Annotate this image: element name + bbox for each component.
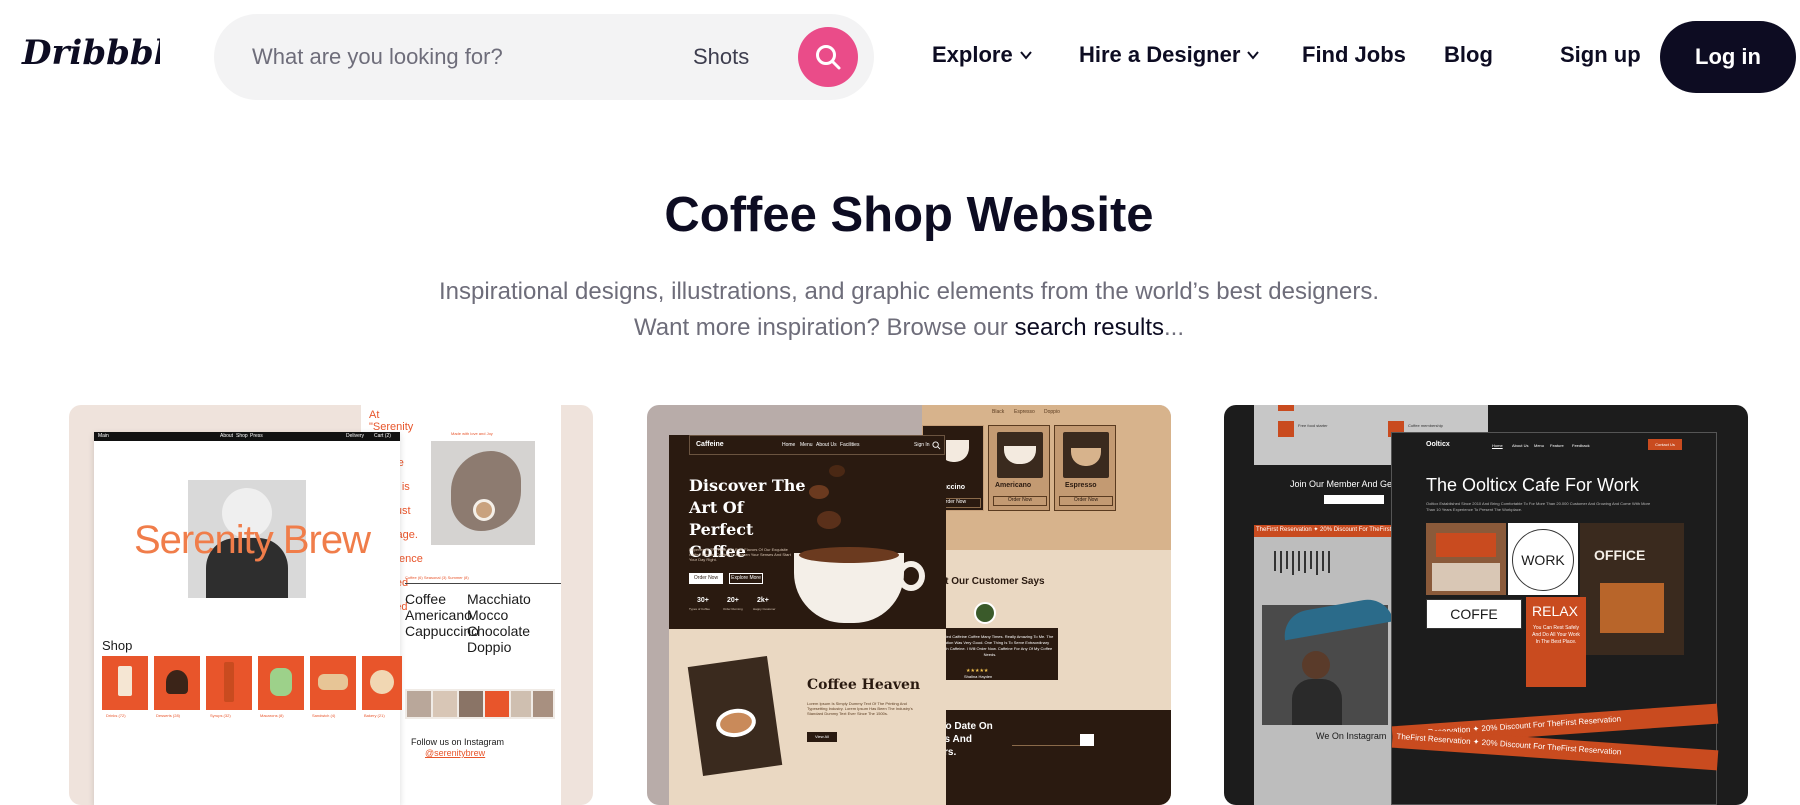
instagram-grid [405,689,555,719]
search-button[interactable] [798,27,858,87]
page-subtitle: Inspirational designs, illustrations, an… [0,274,1800,346]
cafe-person-image [1262,595,1394,725]
search-results-link[interactable]: search results [1015,314,1164,341]
nav-hire-designer[interactable]: Hire a Designer [1079,42,1260,68]
nav-blog-label: Blog [1444,42,1493,67]
search-type-selector[interactable]: Shots [693,44,749,70]
search-input[interactable] [252,38,652,76]
nav-find-jobs[interactable]: Find Jobs [1302,42,1406,68]
shop-categories [102,656,402,712]
dribbble-wordmark-icon: Dribbble [21,33,160,73]
menu-col-1: Coffee Americano Cappuccino [405,591,479,639]
newsletter-section: Up To Date On News And Offers. [922,710,1171,805]
latte-hand-image [431,441,535,545]
svg-text:Dribbble: Dribbble [21,33,160,73]
shot-front-page: Oolticx Home About Us Menu Feature Feedb… [1391,432,1719,805]
serenity-brew-title: Serenity Brew [134,518,371,562]
shot-back-page: Black Espresso Doppio Cappuccino Order N… [922,405,1171,805]
nav-explore[interactable]: Explore [932,42,1033,68]
chevron-down-icon [1019,51,1032,60]
tile-grid: WORK OFFICE COFFE RELAX You Can Rest Saf… [1426,523,1684,703]
shot-front-page: Main About Shop Press Delivery Cart (2) … [94,432,402,805]
coffee-heaven-section: Coffee Heaven Lorem Ipsum Is Simply Dumm… [669,629,946,805]
top-header: Dribbble Shots Explore Hire a Designer F… [0,0,1800,116]
oolticx-headline: The Oolticx Cafe For Work [1426,475,1639,495]
search-bar: Shots [214,14,874,100]
site-nav: Caffeine Home Menu About Us Facilities S… [689,435,945,455]
dribbble-logo[interactable]: Dribbble [20,30,160,80]
search-icon [816,45,841,70]
site-nav: Main About Shop Press Delivery Cart (2) [94,432,400,441]
shot-front-page: Caffeine Home Menu About Us Facilities S… [669,435,946,805]
shop-label: Shop [102,638,133,653]
instagram-label: Follow us on Instagram [411,737,505,747]
nav-blog[interactable]: Blog [1444,42,1493,68]
instagram-handle: @serenitybrew [425,748,486,758]
nav-jobs-label: Find Jobs [1302,42,1406,67]
search-icon [932,441,941,450]
coffee-cup-image [794,553,904,623]
page-title: Coffee Shop Website [664,188,1154,242]
subtitle-suffix: ... [1163,314,1184,341]
login-button[interactable]: Log in [1660,21,1796,93]
shot-card-serenity-brew[interactable]: At "Serenity Brew" we believe that coffe… [69,405,593,805]
site-nav: Oolticx Home About Us Menu Feature Feedb… [1392,433,1718,457]
signup-link[interactable]: Sign up [1560,42,1641,68]
menu-col-2: Macchiato Mocco Chocolate Doppio [467,591,531,655]
shot-card-oolticx[interactable]: Free food starter Coffee membership Join… [1224,405,1748,805]
subtitle-prefix: Want more inspiration? Browse our [633,314,1015,341]
nav-explore-label: Explore [932,42,1013,67]
shot-card-caffeine[interactable]: Black Espresso Doppio Cappuccino Order N… [647,405,1171,805]
product-row: Cappuccino Order Now Americano Order Now… [922,425,1171,511]
subtitle-line-2: Want more inspiration? Browse our search… [0,310,1800,346]
subtitle-line-1: Inspirational designs, illustrations, an… [438,278,1380,305]
chevron-down-icon [1247,51,1260,60]
testimonial-section: What Our Customer Says I Have Tested Caf… [922,550,1171,710]
nav-hire-label: Hire a Designer [1079,42,1241,67]
